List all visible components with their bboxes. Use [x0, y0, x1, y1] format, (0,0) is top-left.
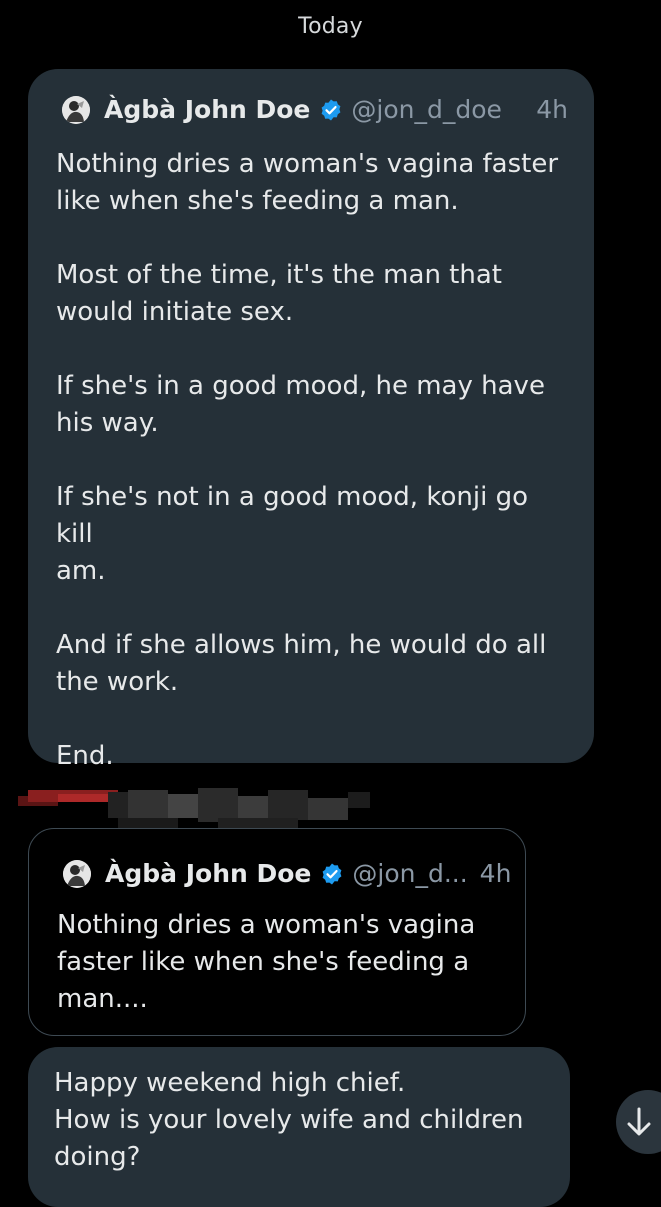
- author-name[interactable]: Àgbà John Doe: [104, 95, 310, 124]
- author-handle: @jon_d_doe: [351, 95, 502, 124]
- quoted-author-avatar: [63, 859, 91, 888]
- redacted-sender-name: [18, 788, 370, 828]
- quoted-post-card[interactable]: Àgbà John Doe @jon_d... 4h Nothing dries…: [28, 828, 526, 1036]
- quoted-verified-badge-icon: [322, 863, 342, 884]
- quoted-author-handle: @jon_d...: [352, 859, 468, 888]
- arrow-down-icon: [627, 1107, 651, 1136]
- quoted-author-row: Àgbà John Doe @jon_d... 4h: [63, 859, 511, 888]
- post-time: 4h: [536, 95, 568, 124]
- author-avatar[interactable]: [62, 95, 90, 124]
- verified-badge-icon: [321, 99, 341, 120]
- reply-message-text: Happy weekend high chief. How is your lo…: [54, 1068, 524, 1172]
- quoted-post-time: 4h: [479, 859, 512, 888]
- reply-message-bubble[interactable]: Happy weekend high chief. How is your lo…: [28, 1047, 570, 1207]
- post-text: Nothing dries a woman's vagina faster li…: [56, 149, 559, 771]
- shared-post-bubble[interactable]: Àgbà John Doe @jon_d_doe 4h Nothing drie…: [28, 69, 594, 771]
- date-separator: Today: [298, 14, 363, 39]
- quoted-author-name: Àgbà John Doe: [105, 859, 312, 888]
- quoted-post-text: Nothing dries a woman's vagina faster li…: [57, 910, 476, 1014]
- post-author-row: Àgbà John Doe @jon_d_doe 4h: [62, 95, 572, 124]
- scroll-to-bottom-button[interactable]: [616, 1090, 661, 1154]
